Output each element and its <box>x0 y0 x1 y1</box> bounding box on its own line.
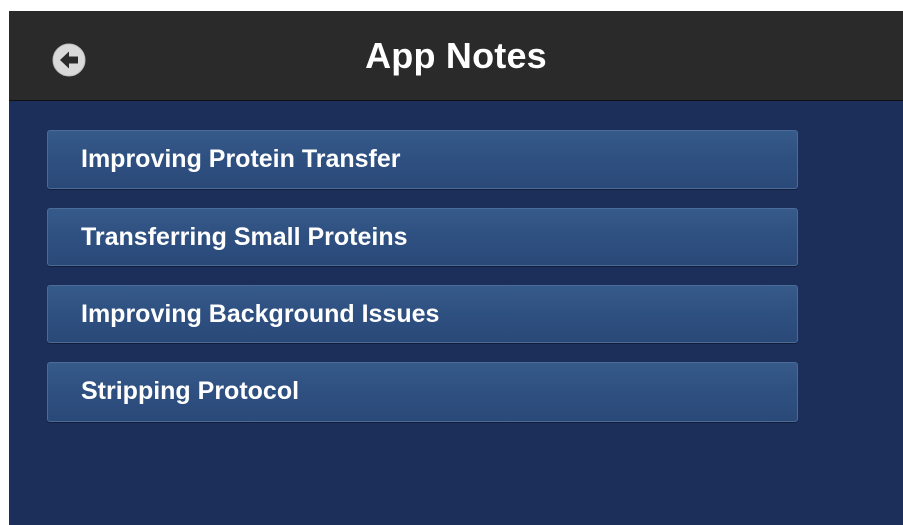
app-notes-list: Improving Protein Transfer Transferring … <box>47 130 798 441</box>
note-button-improving-background-issues[interactable]: Improving Background Issues <box>47 285 798 343</box>
note-button-stripping-protocol[interactable]: Stripping Protocol <box>47 362 798 422</box>
note-button-improving-protein-transfer[interactable]: Improving Protein Transfer <box>47 130 798 189</box>
note-button-transferring-small-proteins[interactable]: Transferring Small Proteins <box>47 208 798 266</box>
app-screen: App Notes Improving Protein Transfer Tra… <box>9 11 903 525</box>
header-bar: App Notes <box>9 11 903 101</box>
page-title: App Notes <box>365 35 547 76</box>
